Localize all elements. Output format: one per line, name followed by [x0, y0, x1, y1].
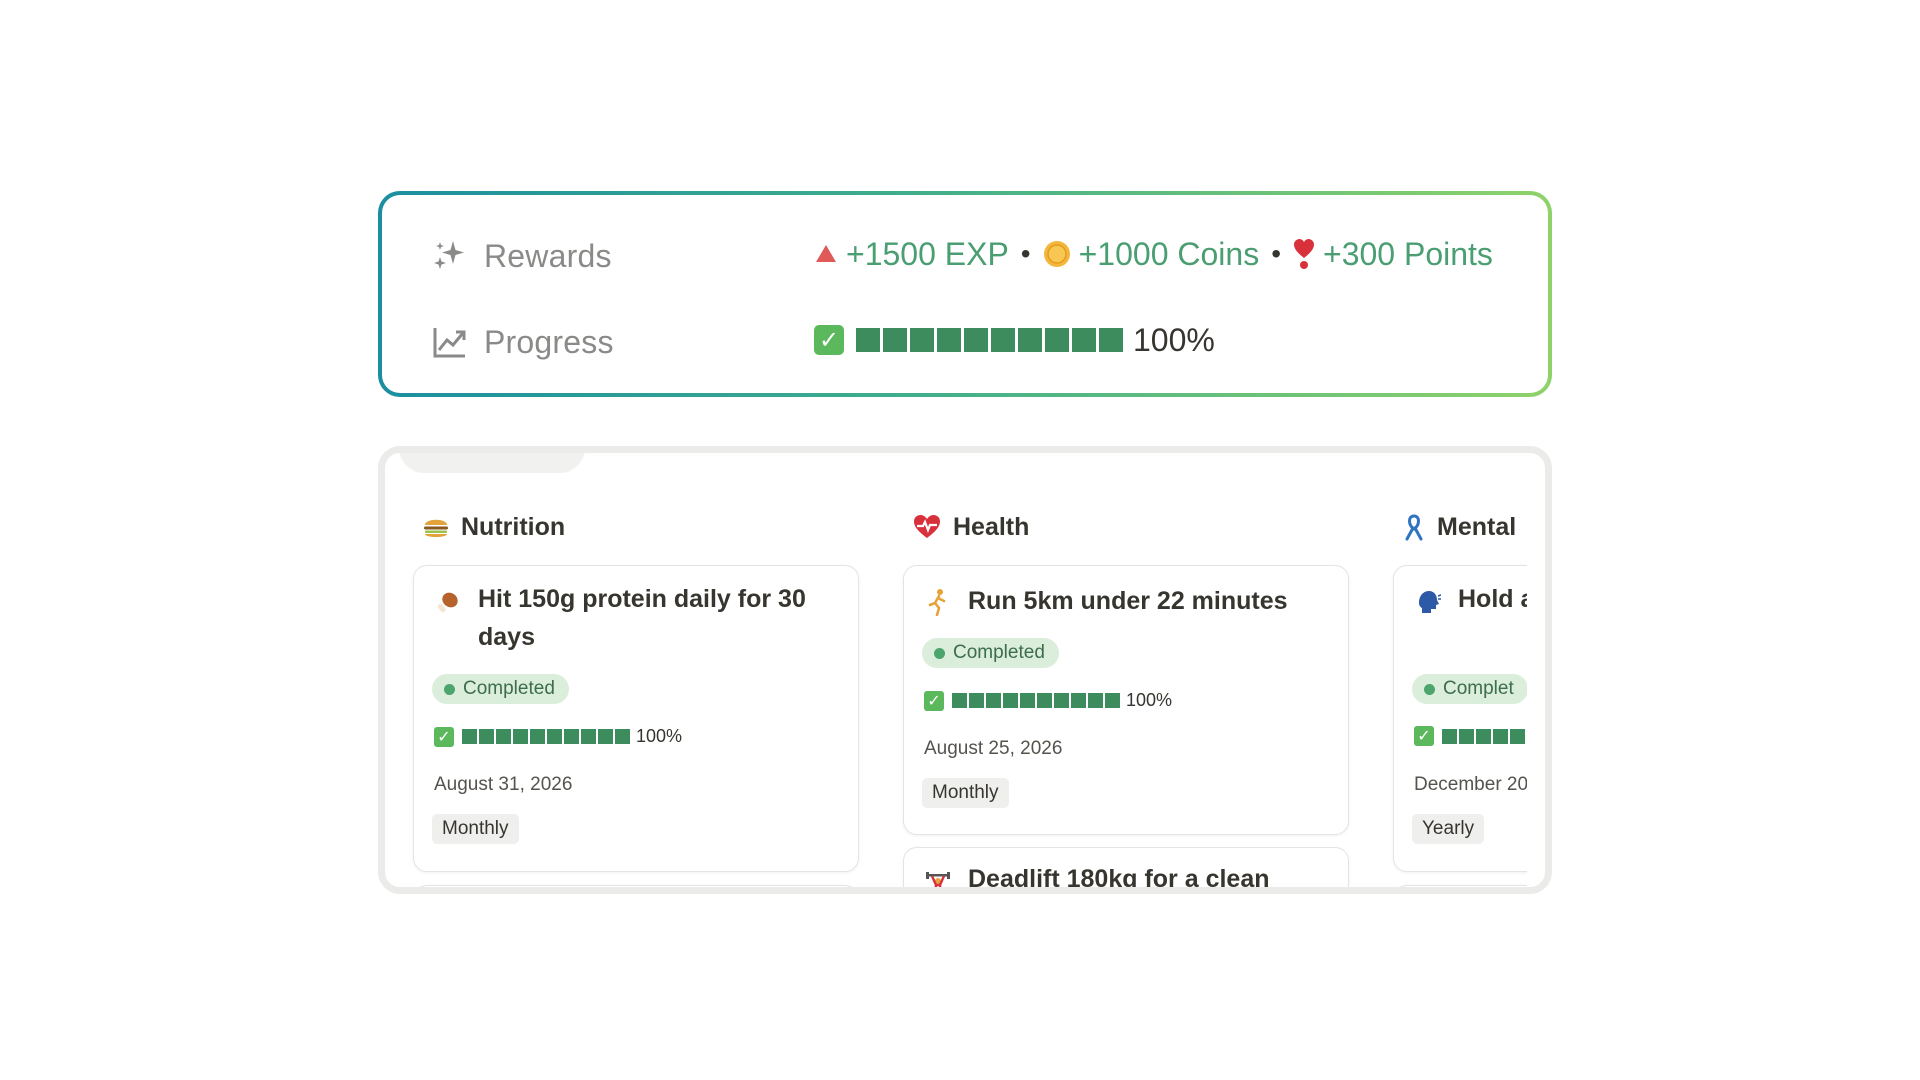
separator: • — [1271, 238, 1281, 269]
check-icon: ✓ — [924, 690, 944, 711]
due-date: August 25, 2026 — [924, 738, 1063, 759]
progress-bar — [856, 328, 1123, 352]
progress-block — [1045, 328, 1069, 352]
coin-icon — [1043, 240, 1071, 268]
progress-block — [883, 328, 907, 352]
column-header[interactable]: Mental — [1403, 509, 1516, 545]
burger-icon — [423, 514, 449, 540]
goal-card[interactable] — [413, 885, 859, 887]
column-title: Nutrition — [461, 512, 566, 541]
progress-block — [1099, 328, 1123, 352]
column-header[interactable]: Health — [913, 509, 1029, 545]
status-badge: Complet — [1412, 674, 1527, 704]
frequency-tag: Monthly — [432, 814, 519, 844]
column-title: Mental — [1437, 512, 1517, 541]
goal-card[interactable]: Deadlift 180kg for a clean — [903, 847, 1349, 887]
goal-card[interactable]: Hold a conve Complet ✓ December 20 Yearl… — [1393, 565, 1527, 872]
card-progress: ✓ 100% — [924, 690, 1172, 711]
progress-percent: 100% — [636, 726, 683, 746]
points-reward: +300 Points — [1323, 235, 1493, 272]
progress-percent: 100% — [1126, 690, 1173, 710]
heart-pulse-icon — [913, 514, 941, 540]
status-text: Complet — [1443, 678, 1514, 699]
status-text: Completed — [953, 642, 1045, 663]
due-date: August 31, 2026 — [434, 774, 573, 795]
goal-card[interactable]: Hit 150g protein daily for 30 days Compl… — [413, 565, 859, 872]
check-icon: ✓ — [1414, 726, 1434, 746]
progress-block — [1072, 328, 1096, 352]
rewards-property: Rewards — [430, 231, 612, 281]
card-title: Run 5km under 22 minutes — [968, 587, 1288, 615]
goal-card[interactable]: Run 5km under 22 minutes Completed ✓ 100… — [903, 565, 1349, 835]
card-title: Deadlift 180kg for a clean — [968, 865, 1270, 887]
progress-block — [991, 328, 1015, 352]
drumstick-icon — [434, 588, 462, 616]
heart-exclamation-icon — [1293, 238, 1315, 270]
goal-card[interactable] — [1393, 885, 1527, 887]
frequency-tag: Yearly — [1412, 814, 1485, 844]
separator: • — [1020, 238, 1031, 269]
progress-block — [856, 328, 880, 352]
check-icon: ✓ — [434, 726, 454, 747]
frequency-tag: Monthly — [922, 778, 1009, 808]
board-scroll-area[interactable]: Nutrition Hit 150g protein daily for 30 … — [385, 453, 1527, 887]
sparkles-icon — [430, 236, 470, 276]
due-date: December 20 — [1414, 774, 1527, 795]
red-triangle-icon — [814, 243, 838, 265]
speaking-head-icon — [1414, 588, 1442, 616]
ribbon-icon — [1403, 513, 1425, 541]
status-badge: Completed — [922, 638, 1059, 668]
progress-block — [937, 328, 961, 352]
progress-label[interactable]: Progress — [484, 324, 614, 361]
status-dot — [444, 683, 455, 695]
exp-reward: +1500 EXP — [846, 235, 1009, 272]
rewards-label[interactable]: Rewards — [484, 238, 612, 275]
status-dot — [1424, 683, 1435, 695]
progress-percent: 100% — [1133, 321, 1215, 358]
card-title: Hit 150g protein daily for 30 days — [478, 585, 806, 651]
progress-bar — [462, 729, 630, 744]
progress-bar — [952, 693, 1120, 708]
weightlifter-icon — [924, 870, 952, 887]
progress-block — [1018, 328, 1042, 352]
progress-value[interactable]: ✓ 100% — [814, 315, 1215, 365]
status-text: Completed — [463, 678, 555, 699]
card-title: Hold a conve — [1458, 585, 1527, 613]
progress-block — [910, 328, 934, 352]
runner-icon — [924, 588, 952, 616]
card-progress: ✓ — [1414, 726, 1527, 746]
board-view: Nutrition Hit 150g protein daily for 30 … — [378, 446, 1552, 894]
check-icon: ✓ — [814, 325, 844, 355]
progress-block — [964, 328, 988, 352]
line-chart-icon — [430, 322, 470, 362]
rewards-progress-panel: Rewards +1500 EXP • +1000 Coins • +300 P… — [378, 191, 1552, 397]
status-dot — [934, 647, 945, 659]
coins-reward: +1000 Coins — [1078, 235, 1260, 272]
progress-bar — [1442, 728, 1527, 744]
column-header[interactable]: Nutrition — [423, 509, 565, 545]
card-progress: ✓ 100% — [434, 726, 682, 747]
progress-property: Progress — [430, 317, 614, 367]
status-badge: Completed — [432, 674, 569, 704]
rewards-value[interactable]: +1500 EXP • +1000 Coins • +300 Points — [814, 229, 1493, 279]
column-title: Health — [953, 512, 1030, 541]
